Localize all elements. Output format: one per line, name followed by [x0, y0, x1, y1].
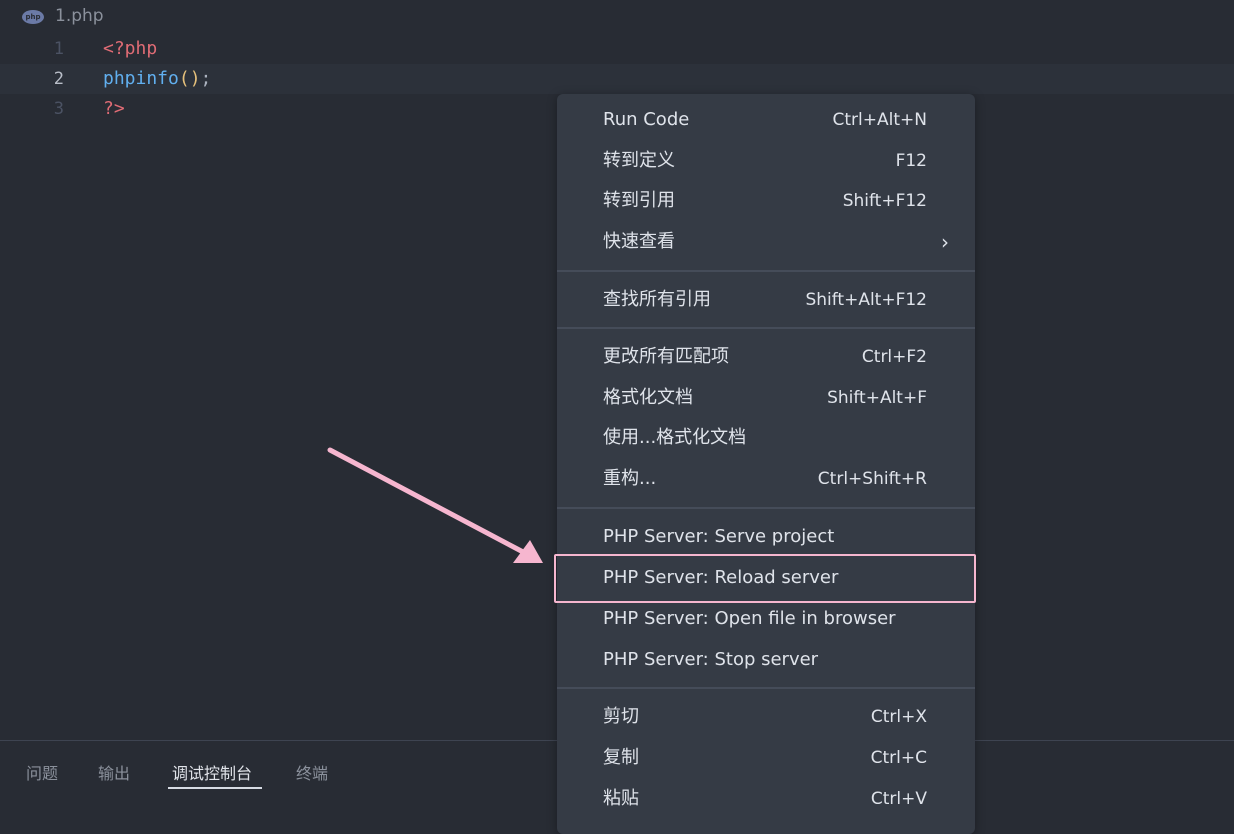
menu-item-label: 转到引用 — [603, 190, 675, 211]
menu-item-run-code[interactable]: Run Code Ctrl+Alt+N — [557, 100, 975, 140]
menu-item-php-open-in-browser[interactable]: PHP Server: Open file in browser — [557, 599, 975, 639]
menu-item-change-all-occurrences[interactable]: 更改所有匹配项 Ctrl+F2 — [557, 337, 975, 377]
context-menu: Run Code Ctrl+Alt+N 转到定义 F12 转到引用 Shift+… — [557, 94, 975, 834]
menu-item-format-document-with[interactable]: 使用...格式化文档 — [557, 418, 975, 458]
menu-item-shortcut: Shift+Alt+F — [827, 388, 927, 408]
menu-item-label: PHP Server: Open file in browser — [603, 608, 896, 629]
code-line[interactable]: 1 <?php — [0, 34, 1234, 64]
menu-item-go-to-references[interactable]: 转到引用 Shift+F12 — [557, 181, 975, 221]
code-line-active[interactable]: 2 phpinfo(); — [0, 64, 1234, 94]
menu-item-label: 转到定义 — [603, 150, 675, 171]
menu-item-label: 复制 — [603, 747, 639, 768]
menu-item-label: 更改所有匹配项 — [603, 346, 729, 367]
menu-item-find-all-references[interactable]: 查找所有引用 Shift+Alt+F12 — [557, 280, 975, 320]
menu-separator — [557, 327, 975, 329]
menu-item-label: Run Code — [603, 109, 690, 130]
menu-item-label: 查找所有引用 — [603, 289, 711, 310]
menu-item-shortcut: Ctrl+V — [870, 789, 927, 809]
tab-debug-console[interactable]: 调试控制台 — [172, 760, 252, 784]
code-text[interactable]: <?php — [103, 34, 157, 64]
line-number: 1 — [53, 39, 64, 59]
tab-filename[interactable]: 1.php — [55, 6, 104, 26]
menu-item-label: 重构... — [603, 468, 657, 489]
menu-item-paste[interactable]: 粘贴 Ctrl+V — [557, 779, 975, 819]
line-number: 3 — [53, 99, 64, 119]
menu-item-format-document[interactable]: 格式化文档 Shift+Alt+F — [557, 378, 975, 418]
menu-separator — [557, 687, 975, 689]
tab-terminal[interactable]: 终端 — [296, 760, 328, 784]
menu-item-php-serve-project[interactable]: PHP Server: Serve project — [557, 517, 975, 557]
code-text[interactable]: phpinfo(); — [103, 64, 211, 94]
menu-item-shortcut: Ctrl+X — [870, 707, 927, 727]
menu-item-shortcut: Shift+Alt+F12 — [805, 290, 927, 310]
chevron-right-icon: › — [941, 230, 949, 254]
menu-separator — [557, 507, 975, 509]
tab-problems[interactable]: 问题 — [26, 760, 58, 784]
php-file-icon: php — [22, 10, 44, 24]
menu-item-label: 剪切 — [603, 706, 639, 727]
code-text[interactable]: ?> — [103, 94, 125, 124]
menu-item-label: PHP Server: Serve project — [603, 526, 835, 547]
active-tab-indicator — [168, 787, 262, 789]
menu-item-peek[interactable]: 快速查看 › — [557, 222, 975, 262]
menu-item-copy[interactable]: 复制 Ctrl+C — [557, 738, 975, 778]
menu-item-php-stop-server[interactable]: PHP Server: Stop server — [557, 640, 975, 680]
highlight-box — [554, 554, 976, 603]
menu-item-label: 快速查看 — [603, 231, 675, 252]
menu-item-shortcut: Ctrl+F2 — [861, 347, 927, 367]
menu-separator — [557, 270, 975, 272]
menu-item-shortcut: Ctrl+Shift+R — [817, 469, 927, 489]
tab-output[interactable]: 输出 — [98, 760, 130, 784]
menu-item-go-to-definition[interactable]: 转到定义 F12 — [557, 141, 975, 181]
menu-item-shortcut: Ctrl+C — [870, 748, 927, 768]
menu-item-shortcut: Ctrl+Alt+N — [832, 110, 927, 130]
editor-tab-bar: php 1.php — [0, 0, 1234, 34]
menu-item-cut[interactable]: 剪切 Ctrl+X — [557, 697, 975, 737]
menu-item-shortcut: F12 — [895, 151, 927, 171]
menu-item-shortcut: Shift+F12 — [842, 191, 927, 211]
menu-item-label: 粘贴 — [603, 788, 639, 809]
line-number: 2 — [53, 69, 64, 89]
menu-item-refactor[interactable]: 重构... Ctrl+Shift+R — [557, 459, 975, 499]
menu-item-label: 使用...格式化文档 — [603, 427, 747, 448]
menu-item-label: PHP Server: Stop server — [603, 649, 819, 670]
annotation-arrow — [327, 447, 543, 563]
menu-item-label: 格式化文档 — [603, 387, 693, 408]
